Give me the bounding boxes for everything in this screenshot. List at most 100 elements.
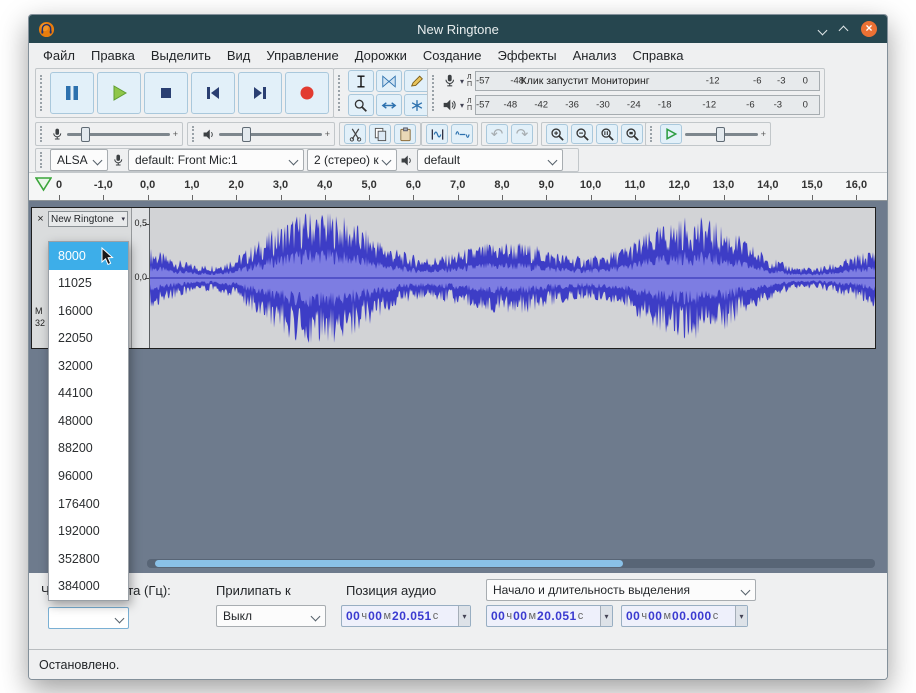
rate-option[interactable]: 192000 <box>49 517 128 545</box>
minimize-button[interactable] <box>819 22 826 37</box>
toolbar-grip[interactable] <box>432 75 436 112</box>
record-meter-bar[interactable]: Клик запустит Мониторинг -57-48-12-6-30 <box>475 71 820 91</box>
horizontal-scrollbar[interactable] <box>147 559 875 568</box>
menu-item[interactable]: Вид <box>219 46 259 65</box>
menu-item[interactable]: Эффекты <box>489 46 564 65</box>
playback-volume-slider[interactable] <box>219 133 322 136</box>
paste-button[interactable] <box>394 124 416 144</box>
maximize-button[interactable] <box>840 22 847 37</box>
menu-item[interactable]: Дорожки <box>347 46 415 65</box>
meter-dropdown-icon[interactable]: ▾ <box>460 101 464 110</box>
ruler-tick-mark <box>325 195 326 200</box>
audio-position-field[interactable]: 00ч 00м 20.051с ▾ <box>341 605 471 627</box>
timeshift-tool-button[interactable] <box>376 94 402 116</box>
audio-track[interactable]: × New Ringtone ▾ М 32 0,5 0,0 <box>31 207 876 349</box>
track-name-button[interactable]: New Ringtone ▾ <box>48 211 128 227</box>
zoom-selection-button[interactable] <box>596 124 618 144</box>
snap-to-select[interactable]: Выкл <box>216 605 326 627</box>
play-meter-bar[interactable]: -57-48-42-36-30-24-18-12-6-30 <box>475 95 820 115</box>
zoom-fit-button[interactable] <box>621 124 643 144</box>
rate-option[interactable]: 32000 <box>49 352 128 380</box>
timeline-ruler[interactable]: 0-1,00,01,02,03,04,05,06,07,08,09,010,01… <box>29 173 887 201</box>
recording-channels-select[interactable]: 2 (стерео) к <box>307 149 397 171</box>
rate-option[interactable]: 8000 <box>49 242 128 270</box>
record-volume-thumb[interactable] <box>81 127 90 142</box>
silence-audio-button[interactable] <box>451 124 473 144</box>
recording-device-select[interactable]: default: Front Mic:1 <box>128 149 304 171</box>
meter-scale-label: -6 <box>753 76 761 87</box>
selstart-minutes: 00 <box>513 609 527 623</box>
vertical-scale-ruler[interactable]: 0,5 0,0 <box>132 208 150 348</box>
ruler-tick-label: 7,0 <box>450 179 465 191</box>
play-button[interactable] <box>97 72 141 114</box>
titlebar[interactable]: New Ringtone × <box>29 15 887 43</box>
horizontal-scrollbar-thumb[interactable] <box>155 560 623 567</box>
timefield-dropdown-icon[interactable]: ▾ <box>600 606 612 626</box>
menu-item[interactable]: Анализ <box>565 46 625 65</box>
timefield-dropdown-icon[interactable]: ▾ <box>735 606 747 626</box>
track-close-icon[interactable]: × <box>34 211 47 226</box>
zoom-out-button[interactable] <box>571 124 593 144</box>
pause-button[interactable] <box>50 72 94 114</box>
menu-item[interactable]: Создание <box>415 46 490 65</box>
toolbar-grip[interactable] <box>192 126 196 142</box>
selection-tool-button[interactable] <box>348 70 374 92</box>
playback-volume-thumb[interactable] <box>242 127 251 142</box>
waveform-region[interactable] <box>150 208 875 348</box>
rate-option[interactable]: 352800 <box>49 545 128 573</box>
redo-button[interactable]: ↷ <box>511 124 533 144</box>
record-button[interactable] <box>285 72 329 114</box>
skip-to-start-button[interactable] <box>191 72 235 114</box>
menu-item[interactable]: Файл <box>35 46 83 65</box>
stop-button[interactable] <box>144 72 188 114</box>
ruler-tick-mark <box>679 195 680 200</box>
toolbar-grip[interactable] <box>338 75 342 112</box>
rate-option[interactable]: 96000 <box>49 462 128 490</box>
timefield-dropdown-icon[interactable]: ▾ <box>458 606 470 626</box>
rate-option[interactable]: 384000 <box>49 572 128 600</box>
playback-meter[interactable]: ▾ ЛП -57-48-42-36-30-24-18-12-6-30 <box>442 94 820 116</box>
monitor-hint[interactable]: Клик запустит Мониторинг <box>521 75 650 87</box>
ruler-tick-label: 4,0 <box>317 179 332 191</box>
playback-device-select[interactable]: default <box>417 149 563 171</box>
rate-option[interactable]: 44100 <box>49 380 128 408</box>
rate-option[interactable]: 88200 <box>49 435 128 463</box>
project-rate-select[interactable] <box>48 607 129 629</box>
rate-dropdown-menu: 8000110251600022050320004410048000882009… <box>48 241 129 601</box>
rate-option[interactable]: 48000 <box>49 407 128 435</box>
rate-option[interactable]: 22050 <box>49 325 128 353</box>
audio-host-select[interactable]: ALSA <box>50 149 108 171</box>
toolbar-grip[interactable] <box>40 126 44 142</box>
play-speed-thumb[interactable] <box>716 127 725 142</box>
timeline-pin-icon[interactable] <box>35 177 52 192</box>
copy-button[interactable] <box>369 124 391 144</box>
rate-option[interactable]: 16000 <box>49 297 128 325</box>
envelope-tool-button[interactable] <box>376 70 402 92</box>
selection-length-field[interactable]: 00ч 00м 00.000с ▾ <box>621 605 748 627</box>
rate-option[interactable]: 11025 <box>49 270 128 298</box>
toolbar-grip[interactable] <box>650 126 654 142</box>
recording-meter[interactable]: ▾ ЛП Клик запустит Мониторинг -57-48-12-… <box>442 70 820 92</box>
selection-start-field[interactable]: 00ч 00м 20.051с ▾ <box>486 605 613 627</box>
rate-option[interactable]: 176400 <box>49 490 128 518</box>
trim-audio-button[interactable] <box>426 124 448 144</box>
selection-mode-select[interactable]: Начало и длительность выделения <box>486 579 756 601</box>
toolbar-grip[interactable] <box>40 152 44 168</box>
undo-button[interactable]: ↶ <box>486 124 508 144</box>
menu-item[interactable]: Справка <box>624 46 691 65</box>
meter-dropdown-icon[interactable]: ▾ <box>460 77 464 86</box>
ruler-tick-label: 10,0 <box>580 179 601 191</box>
toolbar-grip[interactable] <box>40 75 44 112</box>
skip-to-end-button[interactable] <box>238 72 282 114</box>
track-area[interactable]: × New Ringtone ▾ М 32 0,5 0,0 <box>29 201 887 573</box>
menu-item[interactable]: Выделить <box>143 46 219 65</box>
record-volume-slider[interactable] <box>67 133 170 136</box>
play-speed-slider[interactable] <box>685 133 758 136</box>
menu-item[interactable]: Управление <box>258 46 346 65</box>
zoom-in-button[interactable] <box>546 124 568 144</box>
zoom-tool-button[interactable] <box>348 94 374 116</box>
cut-button[interactable] <box>344 124 366 144</box>
play-at-speed-button[interactable] <box>660 124 682 144</box>
menu-item[interactable]: Правка <box>83 46 143 65</box>
close-button[interactable]: × <box>861 21 877 37</box>
